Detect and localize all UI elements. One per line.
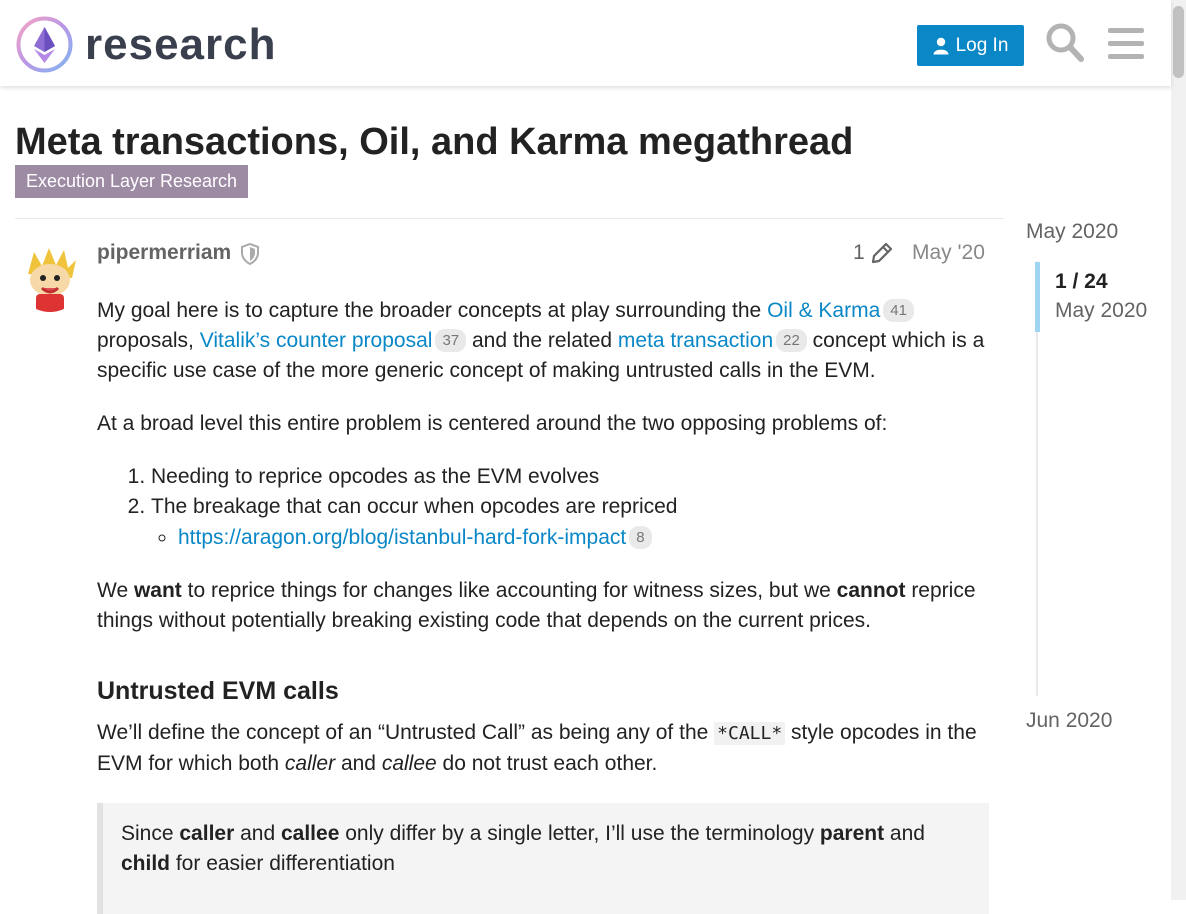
link-oil-karma[interactable]: Oil & Karma [767,299,880,322]
paragraph: We want to reprice things for changes li… [97,576,989,636]
pencil-icon [871,242,892,264]
sub-list: https://aragon.org/blog/istanbul-hard-fo… [151,522,989,554]
text: to reprice things for changes like accou… [181,579,837,602]
blockquote: Since caller and callee only differ by a… [97,803,989,914]
bold-text: caller [179,822,235,845]
bold-text: callee [280,822,340,845]
inline-code: *CALL* [714,722,786,745]
category-badge[interactable]: Execution Layer Research [15,165,248,198]
user-icon [933,37,949,54]
timeline-position: 1 / 24 [1055,270,1108,293]
text: and [234,822,281,845]
text: We [97,579,134,602]
link-meta-transaction[interactable]: meta transaction [618,329,773,352]
list-item: The breakage that can occur when opcodes… [151,492,989,554]
login-button[interactable]: Log In [917,25,1024,66]
timeline-handle[interactable] [1035,262,1040,332]
text: and the related [466,329,618,352]
click-count: 41 [883,299,914,322]
text: and [884,822,925,845]
ordered-list: Needing to reprice opcodes as the EVM ev… [97,462,989,554]
hamburger-menu-icon[interactable] [1108,26,1144,60]
page-scrollbar[interactable] [1171,0,1186,900]
divider [15,218,1004,219]
paragraph: At a broad level this entire problem is … [97,412,888,435]
link-counter-proposal[interactable]: Vitalik’s counter proposal [200,329,433,352]
search-icon[interactable] [1045,22,1085,64]
text: for easier differentiation [170,852,395,875]
post-date[interactable]: May '20 [912,241,985,265]
topic-title[interactable]: Meta transactions, Oil, and Karma megath… [15,120,853,164]
bold-text: child [121,852,171,875]
quote-text: Since caller and callee only differ by a… [121,819,971,879]
click-count: 37 [435,329,467,352]
login-label: Log In [955,34,1009,56]
italic-text: callee [381,752,437,775]
avatar-image [16,244,84,312]
list-item: Needing to reprice opcodes as the EVM ev… [151,462,989,492]
post-content: My goal here is to capture the broader c… [97,296,989,914]
paragraph: We’ll define the concept of an “Untruste… [97,718,989,779]
click-count: 22 [776,329,807,352]
scrollbar-thumb[interactable] [1173,6,1184,78]
logo-text: research [85,19,277,69]
site-logo[interactable]: research [16,16,276,73]
section-heading: Untrusted EVM calls [97,677,339,705]
text: do not trust each other. [436,752,658,775]
edit-count: 1 [853,241,865,264]
text: We’ll define the concept of an “Untruste… [97,721,715,744]
italic-text: caller [284,752,336,775]
site-header: research Log In [0,0,1171,86]
edit-history-button[interactable]: 1 [853,241,894,265]
text: only differ by a single letter, I’ll use… [339,822,820,845]
text: Since [121,822,180,845]
link-aragon-blog[interactable]: https://aragon.org/blog/istanbul-hard-fo… [178,526,626,549]
paragraph: My goal here is to capture the broader c… [97,296,989,386]
timeline-end-date[interactable]: Jun 2020 [1026,709,1112,733]
text: My goal here is to capture the broader c… [97,299,768,322]
bold-text: parent [819,822,885,845]
bold-text: cannot [836,579,906,602]
post-author[interactable]: pipermerriam [97,241,231,265]
shield-icon [241,243,259,265]
avatar[interactable] [16,244,84,312]
text: proposals, [97,329,200,352]
click-count: 8 [629,526,652,549]
list-item: https://aragon.org/blog/istanbul-hard-fo… [178,522,989,554]
list-item-text: The breakage that can occur when opcodes… [151,495,678,518]
timeline-current-date: May 2020 [1055,299,1148,322]
text: and [335,752,382,775]
timeline-start-date[interactable]: May 2020 [1026,220,1118,244]
ethereum-logo-icon [16,16,73,73]
bold-text: want [133,579,182,602]
